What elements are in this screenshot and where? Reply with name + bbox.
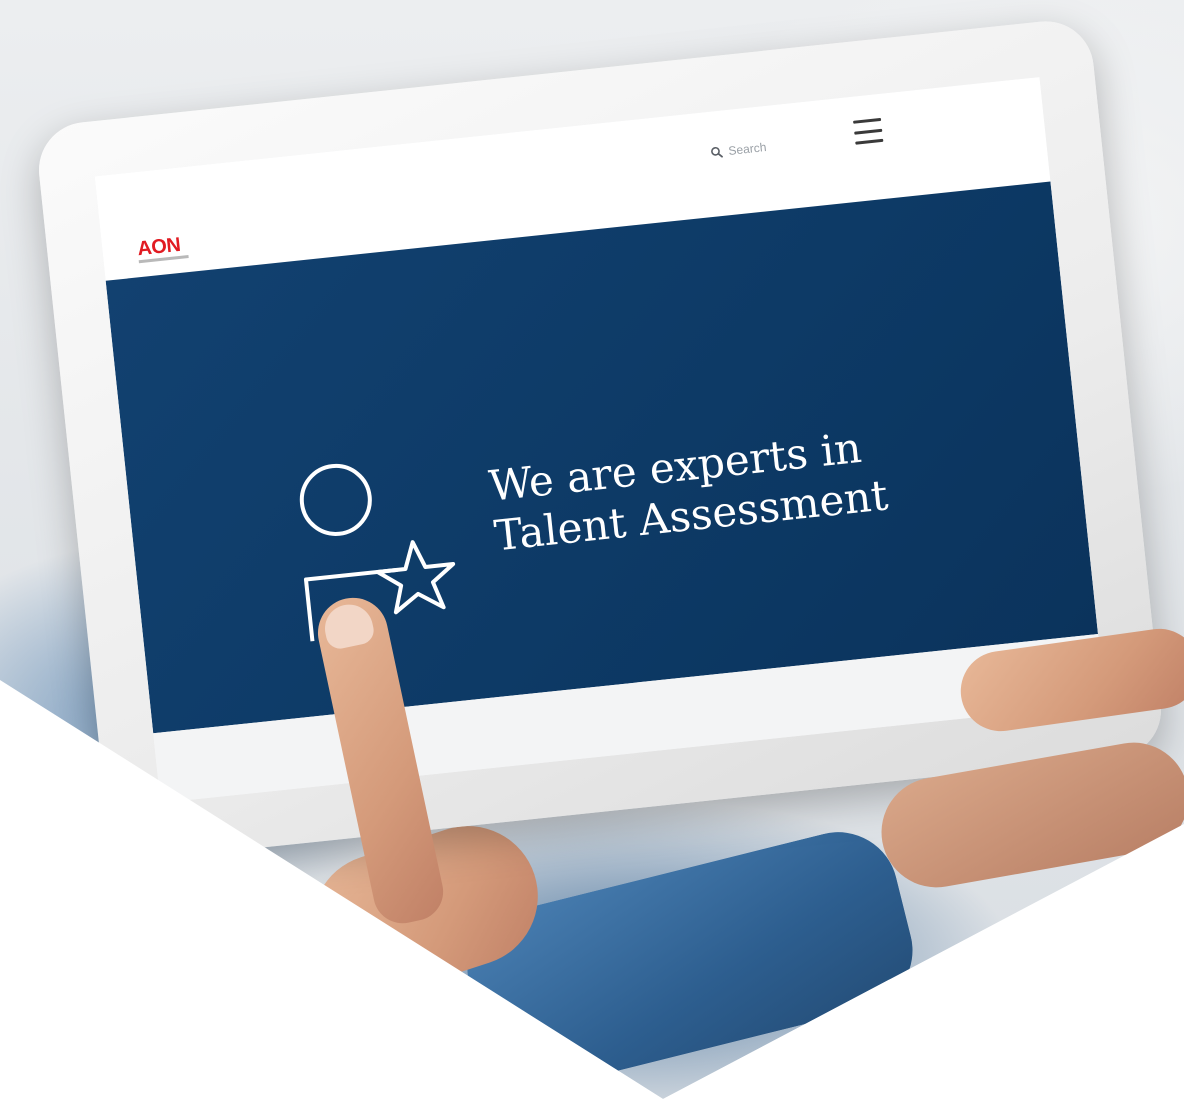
search-icon[interactable] [710, 146, 723, 159]
search-placeholder: Search [727, 140, 768, 158]
photo-scene: AON Search We are experts in Talent Asse… [0, 0, 1184, 1099]
hero-heading: We are experts in Talent Assessment [487, 421, 891, 562]
search-field[interactable]: Search [709, 130, 821, 163]
fingernail [320, 600, 377, 652]
menu-line [853, 117, 882, 124]
menu-line [854, 128, 883, 135]
tablet-device: AON Search We are experts in Talent Asse… [34, 16, 1166, 864]
tablet-screen: AON Search We are experts in Talent Asse… [94, 77, 1106, 803]
menu-line [855, 138, 884, 145]
hamburger-menu-icon[interactable] [853, 117, 884, 145]
tablet-group: AON Search We are experts in Talent Asse… [0, 0, 1184, 1099]
